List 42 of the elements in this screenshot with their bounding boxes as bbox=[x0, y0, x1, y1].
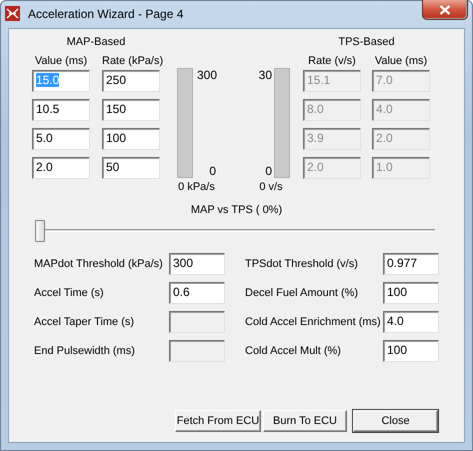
column-header: Value (ms) bbox=[374, 54, 428, 68]
field-label: Cold Accel Enrichment (ms) bbox=[245, 316, 382, 328]
blend-slider[interactable] bbox=[35, 220, 435, 242]
input-field[interactable]: 300 bbox=[169, 253, 225, 275]
field-label: Cold Accel Mult (%) bbox=[245, 345, 342, 357]
scale-max: 300 bbox=[197, 68, 216, 82]
column-header: Value (ms) bbox=[34, 54, 88, 68]
window-title: Acceleration Wizard - Page 4 bbox=[28, 7, 184, 21]
input-field[interactable]: 150 bbox=[102, 99, 160, 121]
close-icon bbox=[439, 4, 451, 14]
action-button[interactable]: Fetch From ECU bbox=[175, 410, 261, 432]
input-field[interactable]: 0.977 bbox=[383, 253, 439, 275]
close-button[interactable] bbox=[422, 0, 468, 20]
field-label: End Pulsewidth (ms) bbox=[34, 345, 136, 357]
input-field[interactable]: 0.6 bbox=[169, 282, 225, 304]
input-field[interactable]: 2.0 bbox=[32, 157, 90, 179]
scale-min: 0 bbox=[208, 164, 216, 178]
input-field[interactable]: 50 bbox=[102, 157, 160, 179]
field-label: TPSdot Threshold (v/s) bbox=[245, 258, 359, 270]
field-label: Decel Fuel Amount (%) bbox=[245, 287, 360, 299]
group-title: MAP-Based bbox=[66, 35, 126, 49]
slider-label: MAP vs TPS ( 0%) bbox=[190, 204, 284, 218]
gauge-reading: 0 v/s bbox=[258, 181, 284, 193]
column-header: Rate (kPa/s) bbox=[102, 54, 160, 68]
action-button[interactable]: Burn To ECU bbox=[263, 410, 347, 432]
scale-min: 0 bbox=[264, 164, 272, 178]
input-field[interactable]: 100 bbox=[102, 128, 160, 150]
scale-max: 30 bbox=[258, 68, 272, 82]
input-field[interactable]: 100 bbox=[383, 282, 439, 304]
gauge-reading: 0 kPa/s bbox=[177, 181, 216, 193]
app-icon bbox=[5, 6, 20, 21]
field-label: Accel Taper Time (s) bbox=[34, 316, 136, 328]
input-field[interactable]: 250 bbox=[102, 70, 160, 92]
column-header: Rate (v/s) bbox=[307, 54, 357, 68]
input-field[interactable]: 4.0 bbox=[383, 311, 439, 333]
field-label: MAPdot Threshold (kPa/s) bbox=[34, 258, 164, 270]
input-field[interactable]: 100 bbox=[383, 340, 439, 362]
group-title: TPS-Based bbox=[337, 35, 396, 49]
field-label: Accel Time (s) bbox=[34, 287, 105, 299]
input-field[interactable]: 10.5 bbox=[32, 99, 90, 121]
action-button[interactable]: Close bbox=[353, 410, 438, 432]
input-field[interactable]: 5.0 bbox=[32, 128, 90, 150]
